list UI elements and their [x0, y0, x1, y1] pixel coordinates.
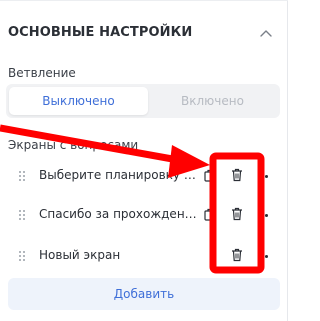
chevron-up-icon[interactable] [258, 26, 274, 42]
trash-icon[interactable] [231, 248, 243, 262]
more-icon[interactable] [265, 175, 268, 178]
screen-row[interactable]: Выберите планировку ва... [0, 160, 288, 192]
drag-handle-icon[interactable] [18, 209, 26, 221]
copy-icon[interactable] [204, 208, 216, 222]
copy-icon[interactable] [204, 169, 216, 183]
drag-handle-icon[interactable] [18, 170, 26, 182]
more-icon[interactable] [265, 214, 268, 217]
branching-toggle: Выключено Включено [6, 84, 280, 118]
add-screen-button[interactable]: Добавить [8, 278, 280, 310]
more-icon[interactable] [265, 255, 268, 258]
settings-panel: ОСНОВНЫЕ НАСТРОЙКИ Ветвление Выключено В… [0, 0, 288, 321]
branching-option-on[interactable]: Включено [148, 87, 277, 115]
section-title: ОСНОВНЫЕ НАСТРОЙКИ [8, 25, 193, 40]
trash-icon[interactable] [231, 207, 243, 221]
drag-handle-icon[interactable] [18, 250, 26, 262]
trash-icon[interactable] [231, 168, 243, 182]
section-header[interactable]: ОСНОВНЫЕ НАСТРОЙКИ [8, 20, 280, 48]
screens-label: Экраны с вопросами [8, 138, 139, 152]
branching-option-off[interactable]: Выключено [9, 87, 148, 115]
screen-title[interactable]: Новый экран [39, 248, 199, 262]
screen-title[interactable]: Выберите планировку ва... [39, 168, 199, 182]
top-divider [0, 0, 288, 1]
screen-row[interactable]: Спасибо за прохождение... [0, 199, 288, 231]
screen-row[interactable]: Новый экран [0, 240, 288, 272]
branching-label: Ветвление [8, 66, 76, 80]
screen-title[interactable]: Спасибо за прохождение... [39, 207, 199, 221]
